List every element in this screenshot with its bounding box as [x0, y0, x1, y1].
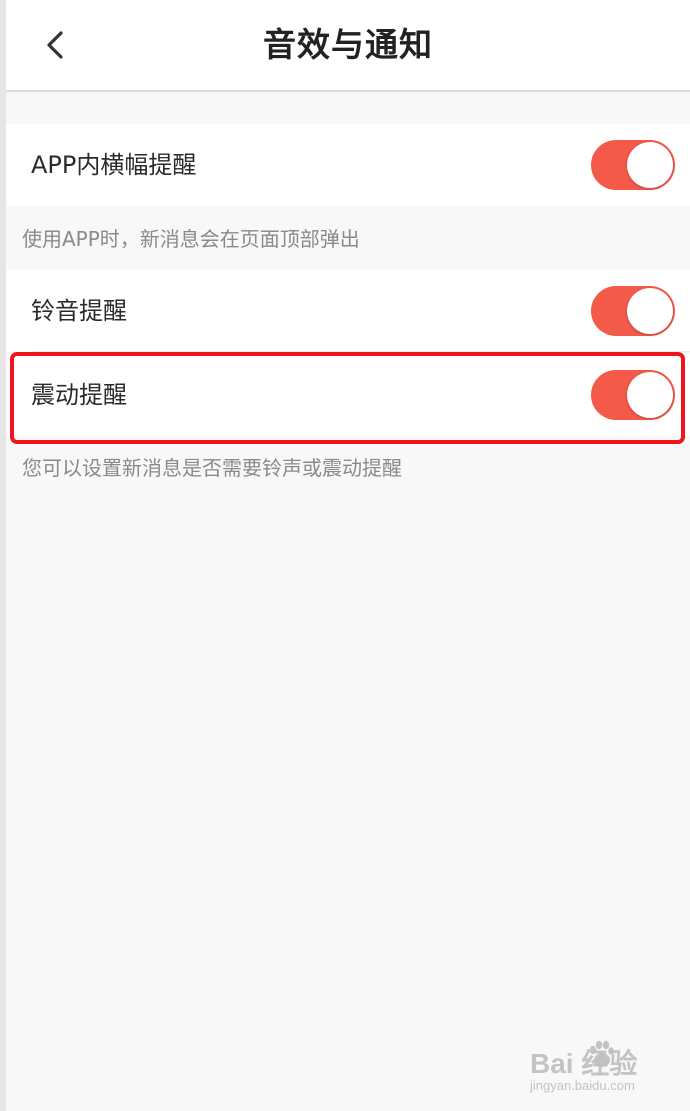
vibration-toggle[interactable] [591, 370, 675, 420]
row-divider [31, 351, 690, 352]
setting-row-ringtone[interactable]: 铃音提醒 [6, 270, 690, 352]
notification-settings-hint: 您可以设置新消息是否需要铃声或震动提醒 [22, 456, 402, 480]
in-app-banner-hint: 使用APP时，新消息会在页面顶部弹出 [22, 227, 360, 251]
settings-screen: 音效与通知 APP内横幅提醒 使用APP时，新消息会在页面顶部弹出 铃音提醒 震… [0, 0, 690, 1111]
in-app-banner-label: APP内横幅提醒 [31, 151, 197, 179]
in-app-banner-toggle[interactable] [591, 140, 675, 190]
vibration-label: 震动提醒 [31, 381, 127, 409]
toggle-knob [627, 288, 673, 334]
paw-icon [589, 1040, 614, 1067]
top-navigation-bar: 音效与通知 [6, 0, 690, 92]
setting-row-in-app-banner[interactable]: APP内横幅提醒 [6, 124, 690, 206]
watermark-url: jingyan.baidu.com [530, 1078, 635, 1093]
ringtone-label: 铃音提醒 [31, 297, 127, 325]
toggle-knob [627, 372, 673, 418]
watermark-logo-text: Bai 经验 [530, 1048, 638, 1079]
setting-row-vibration[interactable]: 震动提醒 [6, 354, 690, 436]
toggle-knob [627, 142, 673, 188]
page-title: 音效与通知 [263, 25, 433, 64]
ringtone-toggle[interactable] [591, 286, 675, 336]
baidu-jingyan-watermark: Bai 经验 jingyan.baidu.com [530, 1040, 675, 1100]
